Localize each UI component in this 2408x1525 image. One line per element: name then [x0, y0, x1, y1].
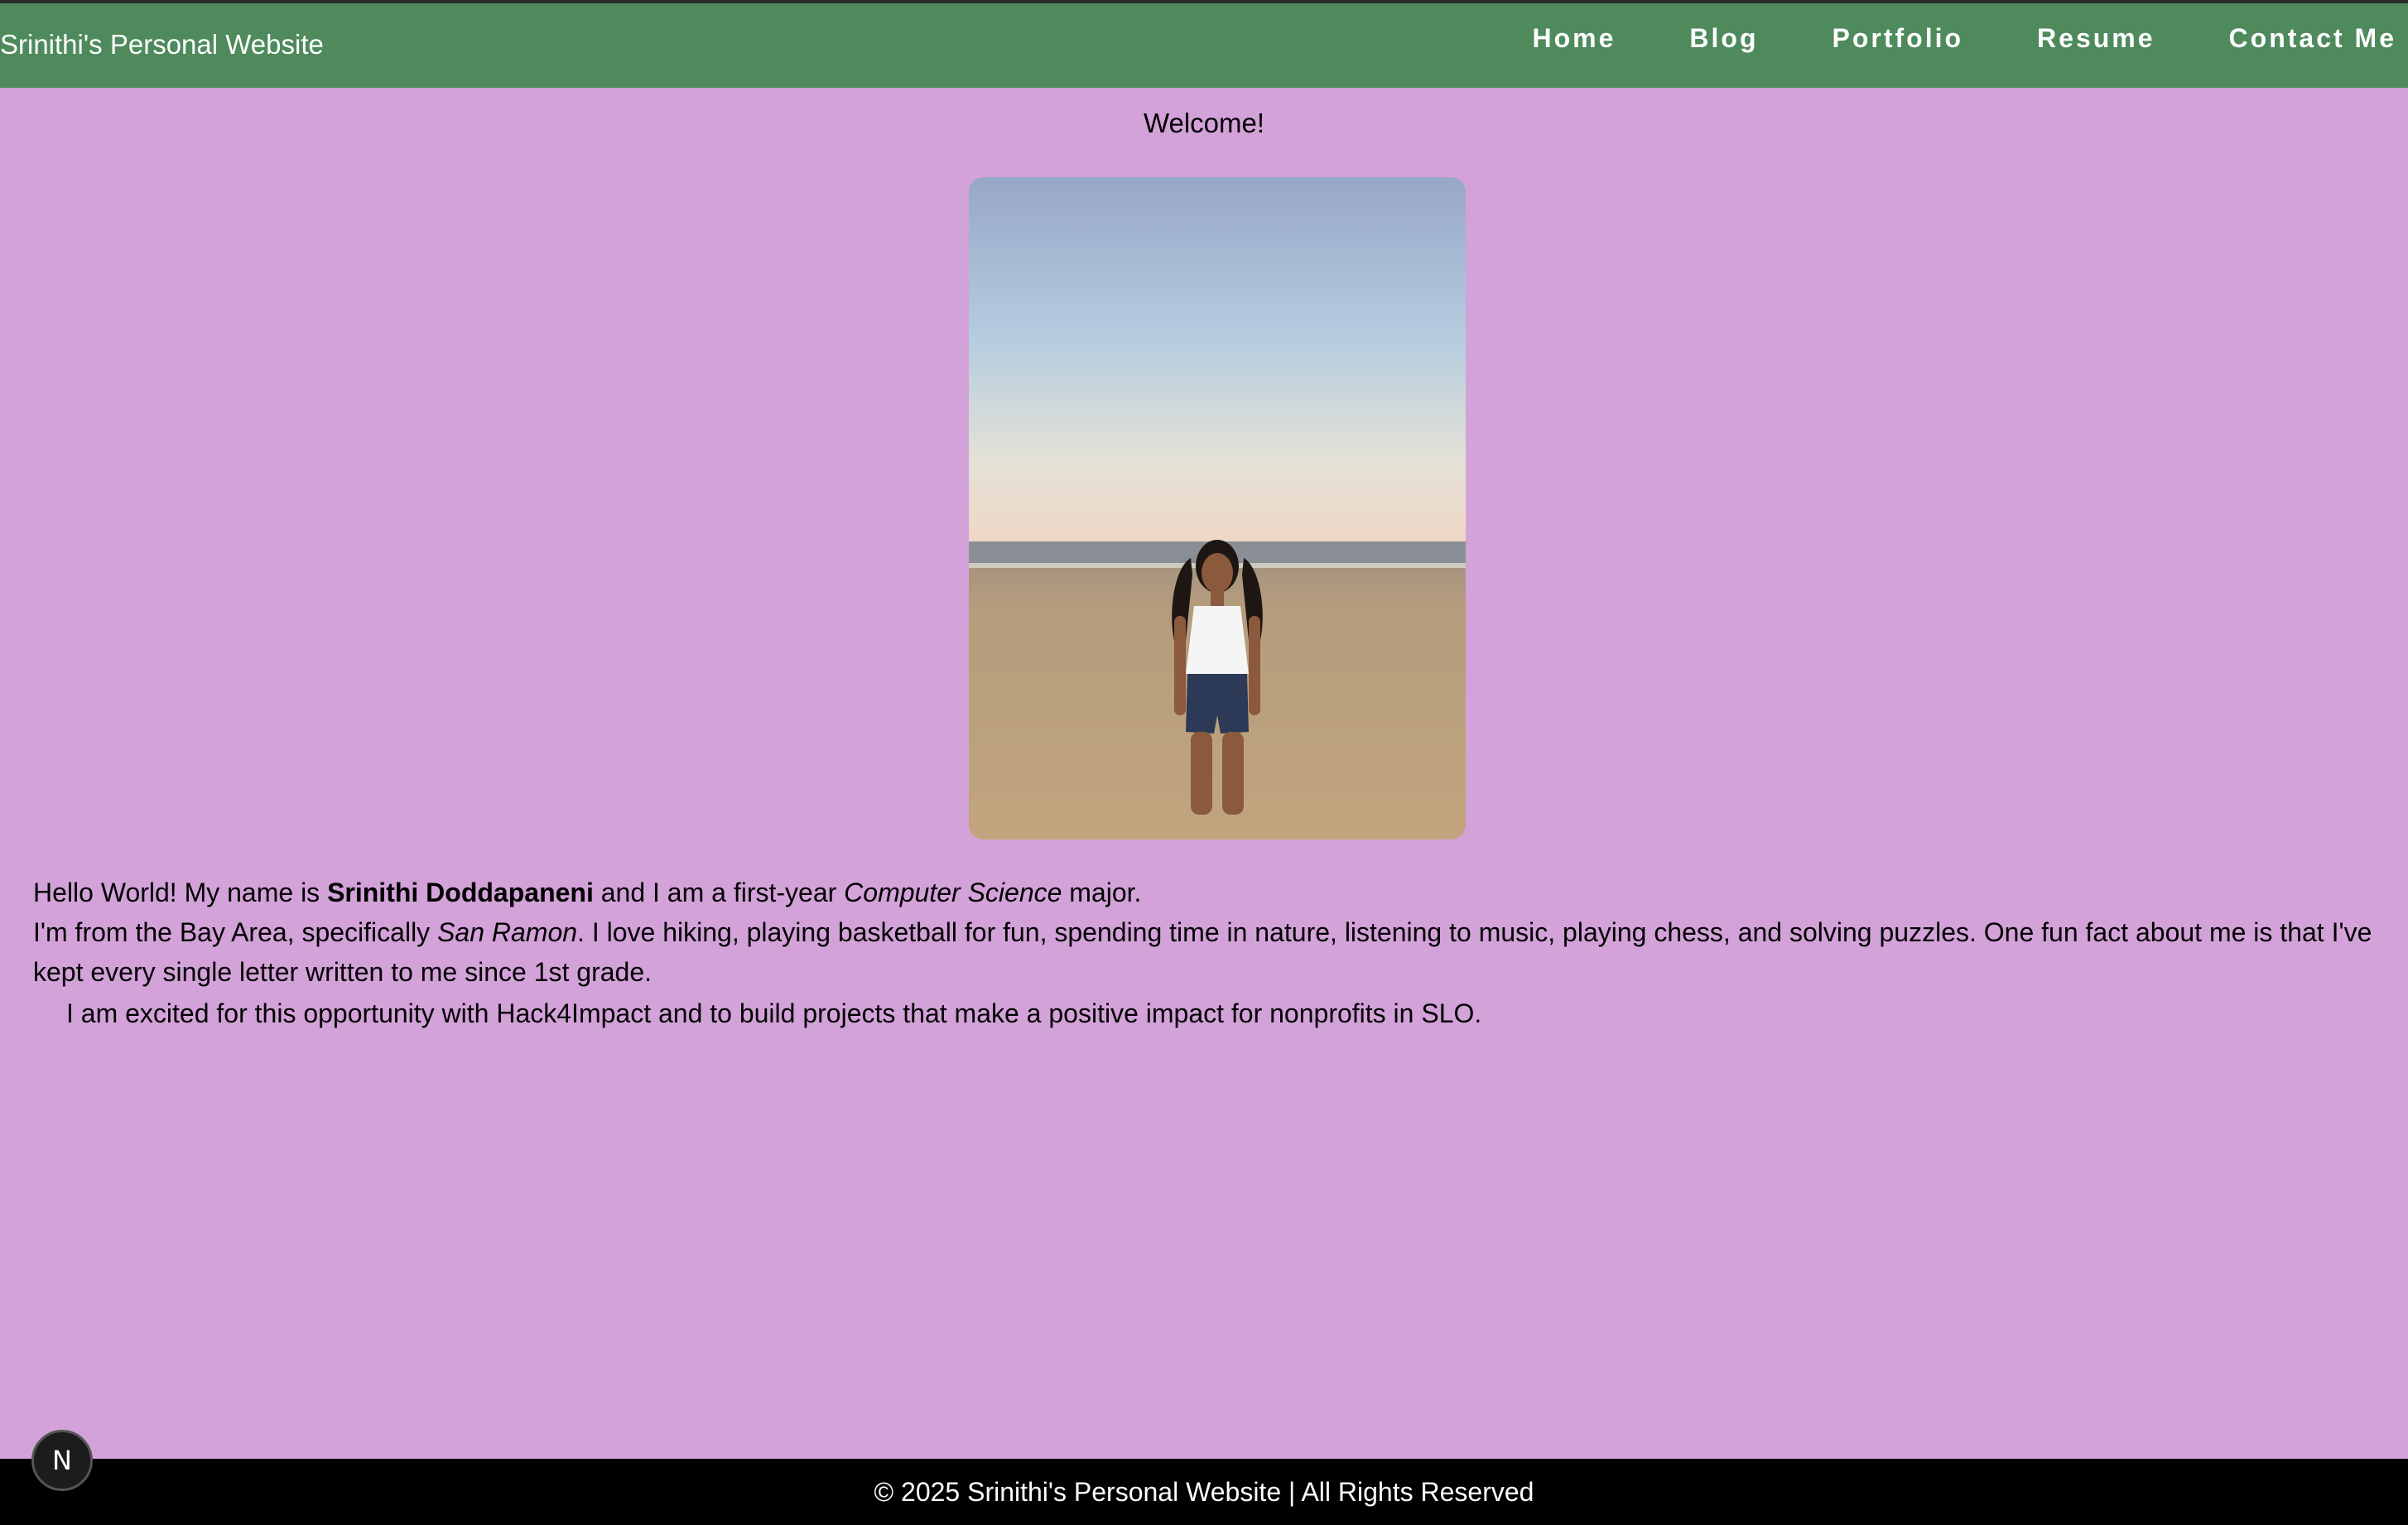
next-dev-badge-icon[interactable]: N	[31, 1430, 93, 1491]
bio-line-intro: Hello World! My name is Srinithi Doddapa…	[33, 878, 1142, 907]
nav-portfolio[interactable]: Portfolio	[1832, 22, 1964, 55]
bio-major: Computer Science	[844, 878, 1062, 907]
nav-contact-me[interactable]: Contact Me	[2229, 22, 2396, 55]
site-footer: © 2025 Srinithi's Personal Website | All…	[0, 1459, 2408, 1525]
nav-home[interactable]: Home	[1533, 22, 1616, 55]
bio-line-hometown: I'm from the Bay Area, specifically San …	[33, 917, 2372, 987]
nav-blog[interactable]: Blog	[1689, 22, 1758, 55]
bio-city: San Ramon	[437, 917, 578, 947]
site-title[interactable]: Srinithi's Personal Website	[0, 28, 324, 61]
main-nav: Home Blog Portfolio Resume Contact Me	[1459, 22, 2408, 55]
bio-line-hack4impact: I am excited for this opportunity with H…	[66, 998, 1482, 1028]
welcome-heading: Welcome!	[1143, 108, 1265, 138]
bio-text: Hello World! My name is Srinithi Doddapa…	[33, 873, 2393, 1033]
site-header: Srinithi's Personal Website Home Blog Po…	[0, 0, 2408, 88]
nav-resume[interactable]: Resume	[2037, 22, 2155, 55]
bio-name: Srinithi Doddapaneni	[327, 878, 594, 907]
profile-photo	[969, 177, 1466, 839]
